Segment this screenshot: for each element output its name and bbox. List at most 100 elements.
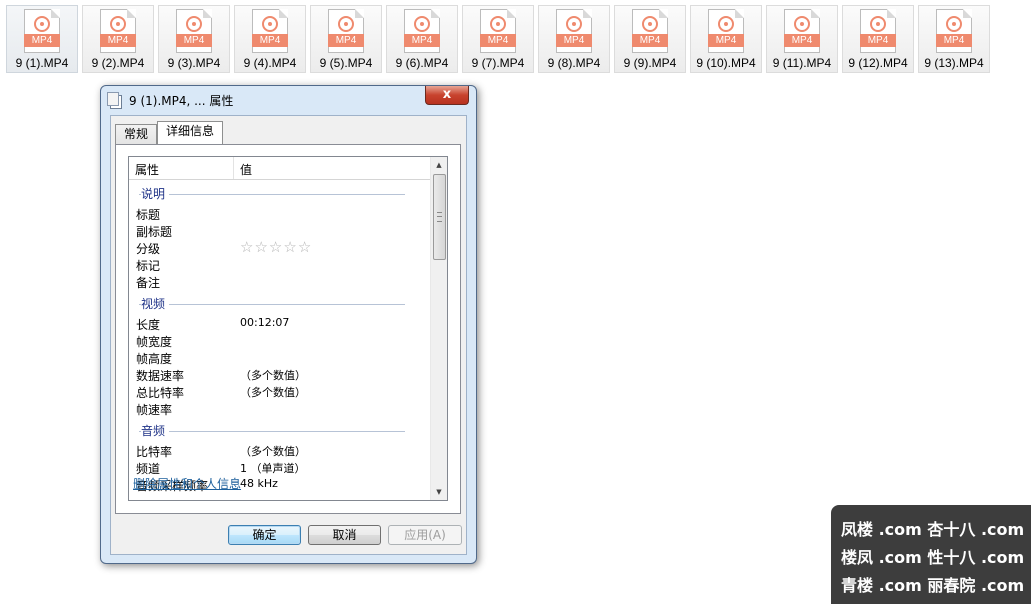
file-item[interactable]: MP4 9 (3).MP4 xyxy=(158,5,230,73)
property-row[interactable]: 比特率 （多个数值） xyxy=(129,442,431,459)
property-name: 分级 xyxy=(136,242,161,256)
file-type-badge: MP4 xyxy=(936,34,972,47)
file-name: 9 (10).MP4 xyxy=(696,56,756,70)
star-icon[interactable]: ☆ xyxy=(298,239,311,255)
video-file-icon: MP4 xyxy=(100,9,136,53)
file-item[interactable]: MP4 9 (10).MP4 xyxy=(690,5,762,73)
property-value: （多个数值） xyxy=(240,386,306,399)
file-item[interactable]: MP4 9 (13).MP4 xyxy=(918,5,990,73)
property-row[interactable]: 帧宽度 xyxy=(129,332,431,349)
dialog-titlebar[interactable]: 9 (1).MP4, ... 属性 x xyxy=(101,86,476,114)
file-name: 9 (13).MP4 xyxy=(924,56,984,70)
file-item[interactable]: MP4 9 (11).MP4 xyxy=(766,5,838,73)
file-name: 9 (8).MP4 xyxy=(547,56,601,70)
rating-stars[interactable]: ☆ ☆ ☆ ☆ ☆ xyxy=(240,239,311,255)
remove-properties-link[interactable]: 删除属性和个人信息 xyxy=(133,475,241,492)
property-value: 48 kHz xyxy=(240,477,278,490)
property-row[interactable]: 标题 xyxy=(129,205,431,222)
property-list[interactable]: 属性 值 说明 标题 副标题 分级 ☆ ☆ ☆ ☆ ☆ 标记 备注 视频 长度 00:12:07 帧宽度 帧高… xyxy=(128,156,448,501)
video-file-icon: MP4 xyxy=(404,9,440,53)
property-name: 数据速率 xyxy=(136,369,185,383)
file-name: 9 (9).MP4 xyxy=(623,56,677,70)
tab-general[interactable]: 常规 xyxy=(115,124,158,144)
scroll-down-arrow-icon[interactable]: ▼ xyxy=(431,484,447,500)
file-name: 9 (5).MP4 xyxy=(319,56,373,70)
group-title: 说明 xyxy=(141,185,170,202)
group-title: 视频 xyxy=(141,295,170,312)
star-icon[interactable]: ☆ xyxy=(269,239,282,255)
file-type-badge: MP4 xyxy=(176,34,212,47)
property-name: 标记 xyxy=(136,259,161,273)
file-item[interactable]: MP4 9 (7).MP4 xyxy=(462,5,534,73)
apply-button[interactable]: 应用(A) xyxy=(388,525,462,545)
group-header: 音频 xyxy=(129,422,431,439)
property-name: 帧高度 xyxy=(136,352,173,366)
star-icon[interactable]: ☆ xyxy=(283,239,296,255)
vertical-scrollbar[interactable]: ▲ ▼ xyxy=(430,157,447,500)
property-row[interactable]: 长度 00:12:07 xyxy=(129,315,431,332)
tab-details[interactable]: 详细信息 xyxy=(157,121,224,144)
file-item[interactable]: MP4 9 (4).MP4 xyxy=(234,5,306,73)
property-name: 总比特率 xyxy=(136,386,185,400)
video-file-icon: MP4 xyxy=(632,9,668,53)
file-item[interactable]: MP4 9 (8).MP4 xyxy=(538,5,610,73)
video-file-icon: MP4 xyxy=(176,9,212,53)
file-name: 9 (7).MP4 xyxy=(471,56,525,70)
file-item[interactable]: MP4 9 (1).MP4 xyxy=(6,5,78,73)
cancel-button[interactable]: 取消 xyxy=(308,525,381,545)
property-value: 00:12:07 xyxy=(240,316,290,329)
video-file-icon: MP4 xyxy=(328,9,364,53)
file-item[interactable]: MP4 9 (5).MP4 xyxy=(310,5,382,73)
property-row[interactable]: 数据速率 （多个数值） xyxy=(129,366,431,383)
property-row[interactable]: 标记 xyxy=(129,256,431,273)
property-name: 帧宽度 xyxy=(136,335,173,349)
list-header: 属性 值 xyxy=(129,157,431,180)
column-property[interactable]: 属性 xyxy=(135,161,159,178)
watermark-line: 凤楼 .com 杏十八 .com xyxy=(841,520,1025,539)
property-row[interactable]: 总比特率 （多个数值） xyxy=(129,383,431,400)
file-item[interactable]: MP4 9 (9).MP4 xyxy=(614,5,686,73)
property-row[interactable]: 分级 ☆ ☆ ☆ ☆ ☆ xyxy=(129,239,431,256)
video-file-icon: MP4 xyxy=(252,9,288,53)
file-name: 9 (11).MP4 xyxy=(772,56,832,70)
file-type-badge: MP4 xyxy=(24,34,60,47)
property-row[interactable]: 频道 1 （单声道） xyxy=(129,459,431,476)
file-name: 9 (6).MP4 xyxy=(395,56,449,70)
property-name: 帧速率 xyxy=(136,403,173,417)
close-button[interactable]: x xyxy=(425,86,469,105)
dialog-client: 常规 详细信息 属性 值 说明 标题 副标题 分级 ☆ ☆ ☆ ☆ ☆ 标记 备注 视频 长度 00:12… xyxy=(110,115,467,555)
scroll-up-arrow-icon[interactable]: ▲ xyxy=(431,157,447,173)
star-icon[interactable]: ☆ xyxy=(240,239,253,255)
ok-button[interactable]: 确定 xyxy=(228,525,301,545)
property-row[interactable]: 备注 xyxy=(129,273,431,290)
file-type-badge: MP4 xyxy=(860,34,896,47)
property-value: 1 （单声道） xyxy=(240,462,306,475)
watermark: 凤楼 .com 杏十八 .com 楼凤 .com 性十八 .com 青楼 .co… xyxy=(831,505,1031,604)
file-type-badge: MP4 xyxy=(632,34,668,47)
video-file-icon: MP4 xyxy=(708,9,744,53)
column-value[interactable]: 值 xyxy=(240,161,252,178)
watermark-line: 楼凤 .com 性十八 .com xyxy=(841,548,1025,567)
file-type-badge: MP4 xyxy=(480,34,516,47)
property-name: 标题 xyxy=(136,208,161,222)
scroll-thumb[interactable] xyxy=(433,174,446,260)
file-type-badge: MP4 xyxy=(100,34,136,47)
group-header: 视频 xyxy=(129,295,431,312)
property-row[interactable]: 副标题 xyxy=(129,222,431,239)
property-value: （多个数值） xyxy=(240,369,306,382)
property-row[interactable]: 帧高度 xyxy=(129,349,431,366)
file-name: 9 (3).MP4 xyxy=(167,56,221,70)
file-item[interactable]: MP4 9 (6).MP4 xyxy=(386,5,458,73)
file-item[interactable]: MP4 9 (12).MP4 xyxy=(842,5,914,73)
property-name: 副标题 xyxy=(136,225,173,239)
file-type-badge: MP4 xyxy=(328,34,364,47)
video-file-icon: MP4 xyxy=(936,9,972,53)
column-divider[interactable] xyxy=(233,157,234,179)
star-icon[interactable]: ☆ xyxy=(254,239,267,255)
dialog-title: 9 (1).MP4, ... 属性 xyxy=(129,94,234,108)
video-file-icon: MP4 xyxy=(784,9,820,53)
property-row[interactable]: 帧速率 xyxy=(129,400,431,417)
file-item[interactable]: MP4 9 (2).MP4 xyxy=(82,5,154,73)
properties-dialog: 9 (1).MP4, ... 属性 x 常规 详细信息 属性 值 说明标题副标题… xyxy=(100,85,477,564)
watermark-line: 青楼 .com 丽春院 .com xyxy=(841,576,1025,595)
